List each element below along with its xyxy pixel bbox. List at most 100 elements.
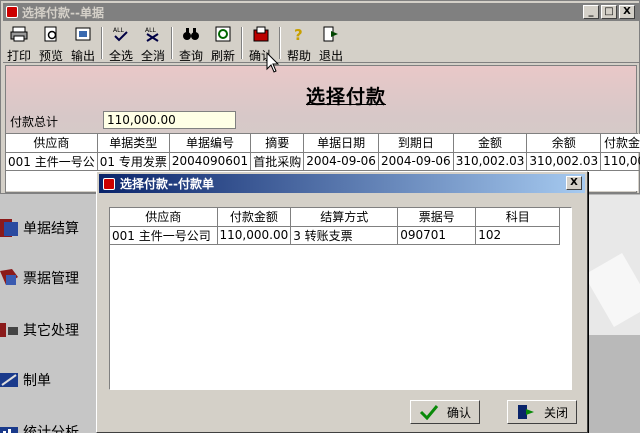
voucher-icon: [0, 373, 18, 387]
page-title: 选择付款: [306, 86, 387, 108]
table-cell[interactable]: 01 专用发票: [97, 152, 170, 171]
column-header[interactable]: 到期日: [378, 134, 454, 153]
deselect-all-button[interactable]: ALL 全消: [139, 26, 167, 63]
table-cell[interactable]: 102: [475, 226, 561, 245]
column-header[interactable]: 单据日期: [303, 134, 379, 153]
desktop: 单据结算 票据管理 其它处理 制单 统计分析 选择付款--单据 _ □ X 打印…: [0, 0, 640, 433]
sidebar-item-stats[interactable]: 统计分析: [0, 412, 96, 433]
help-icon: ?: [294, 26, 303, 44]
toolbar-label: 全消: [140, 49, 165, 63]
toolbar-label: 全选: [108, 49, 133, 63]
preview-icon: [44, 26, 57, 42]
sidebar-item-label: 其它处理: [23, 323, 79, 339]
close-dialog-button[interactable]: 关闭: [507, 400, 577, 424]
dialog-close-button[interactable]: X: [566, 176, 582, 190]
refresh-icon: [215, 26, 231, 42]
exit-button[interactable]: 退出: [317, 26, 345, 63]
column-header[interactable]: 供应商: [6, 134, 98, 153]
refresh-button[interactable]: 刷新: [209, 26, 237, 63]
sidebar-item-voucher[interactable]: 制单: [0, 360, 96, 400]
table-cell[interactable]: 3 转账支票: [290, 226, 399, 245]
dialog-titlebar[interactable]: 选择付款--付款单 X: [99, 174, 585, 193]
toolbar-label: 查询: [178, 49, 203, 63]
bill-icon: [0, 269, 18, 285]
print-button[interactable]: 打印: [5, 26, 33, 63]
checkmark-icon: [419, 405, 439, 420]
table-cell[interactable]: 310,002.03: [526, 152, 602, 171]
ok-button-label: 确认: [446, 405, 471, 420]
column-header[interactable]: 单据类型: [97, 134, 170, 153]
table-cell[interactable]: 310,002.03: [453, 152, 528, 171]
preview-button[interactable]: 预览: [37, 26, 65, 63]
main-window-titlebar[interactable]: 选择付款--单据 _ □ X: [3, 3, 639, 21]
toolbar-label: 输出: [70, 49, 95, 63]
exit-door-icon: [517, 405, 534, 419]
sidebar-item-label: 制单: [23, 373, 51, 389]
total-label: 付款总计: [10, 115, 59, 129]
tools-icon: [0, 323, 18, 337]
export-button[interactable]: 输出: [69, 26, 97, 63]
minimize-button[interactable]: _: [583, 5, 599, 19]
maximize-button[interactable]: □: [601, 5, 617, 19]
toolbar-label: 退出: [318, 49, 343, 63]
toolbar: 打印 预览 输出 ALL 全选 ALL 全消 查询 刷新 确认 ? 帮助 退出: [3, 23, 639, 63]
column-header[interactable]: 付款金额: [600, 134, 640, 153]
printer-icon: [10, 26, 28, 42]
toolbar-separator: [171, 27, 173, 59]
toolbar-label: 打印: [6, 49, 31, 63]
column-header[interactable]: 余额: [526, 134, 602, 153]
table-cell[interactable]: 首批采购: [250, 152, 305, 171]
table-header: 供应商 单据类型 单据编号 摘要 单据日期 到期日 金额 余额 付款金额: [6, 134, 640, 153]
query-button[interactable]: 查询: [177, 26, 205, 63]
column-header[interactable]: 票据号: [397, 208, 477, 227]
exit-icon: [323, 26, 338, 42]
table-cell[interactable]: 2004090601: [169, 152, 252, 171]
sidebar-item-label: 统计分析: [23, 425, 79, 433]
toolbar-label: 帮助: [286, 49, 311, 63]
svg-text:ALL: ALL: [113, 27, 124, 34]
payment-dialog: 选择付款--付款单 X 供应商 付款金额 结算方式 票据号 科目 001 主件一…: [96, 171, 588, 433]
payments-grid[interactable]: 供应商 付款金额 结算方式 票据号 科目 001 主件一号公司 110,000.…: [109, 207, 572, 390]
table-cell[interactable]: 110,000: [600, 152, 640, 171]
table-row[interactable]: 001 主件一号公 01 专用发票 2004090601 首批采购 2004-0…: [6, 152, 640, 171]
column-header[interactable]: 付款金额: [217, 208, 292, 227]
column-header[interactable]: 单据编号: [169, 134, 252, 153]
help-button[interactable]: ? 帮助: [285, 26, 313, 63]
sidebar-item-bills[interactable]: 票据管理: [0, 258, 96, 298]
table-header: 供应商 付款金额 结算方式 票据号 科目: [110, 208, 561, 227]
column-header[interactable]: 科目: [475, 208, 561, 227]
table-cell[interactable]: 2004-09-06: [378, 152, 454, 171]
select-all-icon: ALL: [113, 27, 128, 42]
column-header[interactable]: 结算方式: [290, 208, 399, 227]
export-icon: [75, 27, 91, 41]
sidebar: 单据结算 票据管理 其它处理 制单 统计分析: [0, 190, 96, 433]
toolbar-separator: [241, 27, 243, 59]
svg-text:?: ?: [294, 26, 303, 42]
app-icon: [103, 177, 115, 190]
table-cell[interactable]: 2004-09-06: [303, 152, 379, 171]
sidebar-item-settlement[interactable]: 单据结算: [0, 208, 96, 248]
sidebar-item-other[interactable]: 其它处理: [0, 310, 96, 350]
confirm-icon: [253, 26, 269, 42]
table-cell[interactable]: 001 主件一号公司: [110, 226, 218, 245]
table-cell[interactable]: 110,000.00: [217, 226, 292, 245]
column-header[interactable]: 摘要: [250, 134, 305, 153]
binoculars-icon: [183, 28, 199, 40]
toolbar-label: 刷新: [210, 49, 235, 63]
close-dialog-button-label: 关闭: [543, 405, 568, 420]
app-icon: [6, 6, 18, 18]
svg-text:ALL: ALL: [145, 27, 156, 34]
table-row[interactable]: 001 主件一号公司 110,000.00 3 转账支票 090701 102: [110, 226, 561, 245]
sidebar-item-label: 票据管理: [23, 271, 79, 287]
sidebar-item-label: 单据结算: [23, 221, 79, 237]
ok-button[interactable]: 确认: [410, 400, 480, 424]
table-cell[interactable]: 001 主件一号公: [6, 152, 98, 171]
close-button[interactable]: X: [619, 5, 635, 19]
column-header[interactable]: 供应商: [110, 208, 218, 227]
toolbar-separator: [101, 27, 103, 59]
total-field[interactable]: 110,000.00: [103, 111, 236, 129]
select-all-button[interactable]: ALL 全选: [107, 26, 135, 63]
column-header[interactable]: 金额: [453, 134, 528, 153]
table-cell[interactable]: 090701: [397, 226, 477, 245]
window-title: 选择付款--单据: [22, 5, 104, 20]
